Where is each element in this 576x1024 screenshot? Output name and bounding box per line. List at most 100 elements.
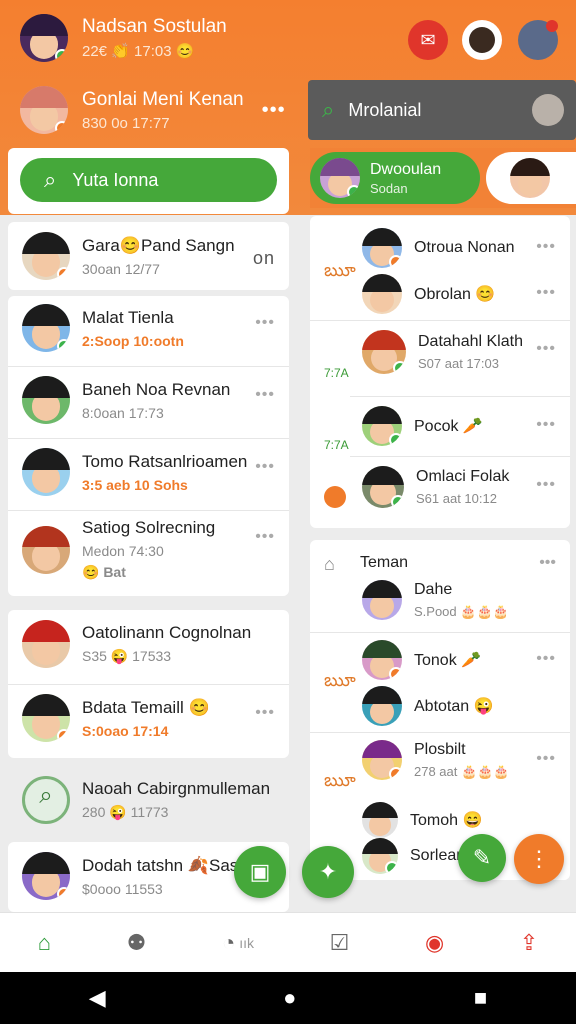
avatar <box>362 330 406 374</box>
avatar <box>362 406 402 446</box>
search-input[interactable]: Mrolanial <box>348 100 421 121</box>
list-item[interactable]: Gara😊Pand Sangn 30oan 12/77 on <box>8 232 289 280</box>
voice-icon[interactable] <box>532 94 564 126</box>
list-item[interactable]: Bdata Temaill 😊 S:0oao 17:14 ••• <box>8 694 289 742</box>
notification-avatar[interactable] <box>518 20 558 60</box>
more-icon[interactable]: ••• <box>536 750 556 768</box>
chat-name: Tomoh 😄 <box>410 812 483 829</box>
avatar[interactable] <box>20 86 68 134</box>
more-icon[interactable]: ••• <box>536 284 556 302</box>
more-icon[interactable]: ••• <box>255 314 275 332</box>
avatar <box>362 740 402 780</box>
chat-name: Otroua Nonan <box>414 239 515 256</box>
chat-status: 😊 Bat <box>82 564 126 580</box>
back-icon[interactable]: ◀ <box>89 985 106 1011</box>
timer-icon[interactable]: ◔ ıık <box>222 930 254 956</box>
search-icon: ⌕ <box>44 167 57 192</box>
more-icon[interactable]: ••• <box>536 340 556 358</box>
search-icon: ⌕ <box>322 97 335 122</box>
group-icon: ⌂ <box>324 554 335 574</box>
chat-name: Naoah Cabirgnmulleman <box>82 779 271 798</box>
avatar <box>362 228 402 268</box>
search-contacts-row[interactable]: ⌕ Naoah Cabirgnmulleman 280 😜 11773 <box>8 766 289 834</box>
list-item[interactable]: Otroua Nonan ••• <box>362 228 570 268</box>
list-item[interactable]: Pocok 🥕 ••• <box>362 406 570 446</box>
timer-label: ıık <box>239 934 255 951</box>
friends-section: ⌂ Teman ••• Dahe S.Pood 🎂🎂🎂 ౠ Tonok 🥕 •••… <box>310 540 570 880</box>
more-options-button[interactable]: ⋮ <box>514 834 564 884</box>
list-item[interactable]: ⌕ Naoah Cabirgnmulleman 280 😜 11773 <box>8 776 289 824</box>
online-badge <box>55 49 68 62</box>
chat-name: Datahahl Klath <box>418 333 523 350</box>
more-icon[interactable]: ••• <box>539 554 556 572</box>
list-item[interactable]: Oatolinann Cognolnan S35 😜 17533 <box>8 620 289 668</box>
more-icon[interactable]: ••• <box>536 416 556 434</box>
profile-avatar[interactable] <box>462 20 502 60</box>
avatar <box>362 580 402 620</box>
chat-name: Oatolinann Cognolnan <box>82 623 252 642</box>
avatar <box>362 686 402 726</box>
chat-tail: on <box>252 248 275 268</box>
avatar <box>22 694 70 742</box>
new-chat-button[interactable]: ▣ <box>234 846 286 898</box>
chat-name: Baneh Noa Revnan <box>82 379 231 399</box>
list-item[interactable]: Omlaci Folak S61 aat 10:12 ••• <box>362 466 570 508</box>
current-user-row[interactable]: Nadsan Sostulan 22€ 👏 17:03 😊 <box>20 14 227 62</box>
list-item[interactable]: Abtotan 😜 <box>362 686 570 726</box>
list-item[interactable]: Tomoh 😄 <box>362 802 570 838</box>
list-item[interactable]: Obrolan 😊 ••• <box>362 274 570 314</box>
chat-time: $0ooo 11553 <box>82 880 163 897</box>
list-item[interactable]: Baneh Noa Revnan 8:0oan 17:73 ••• <box>8 376 289 424</box>
secondary-user-row[interactable]: Gonlai Meni Kenan 830 0o 17:77 ••• <box>20 86 286 134</box>
chat-list-group: Malat Tienla 2:Soop 10:ootn ••• Baneh Noa… <box>8 296 289 596</box>
home-button-icon[interactable]: ● <box>283 985 296 1011</box>
chat-name: Dodah tatshn 🍂Sas <box>82 855 239 875</box>
chat-time: S:0oao 17:14 <box>82 722 169 739</box>
chat-card[interactable]: Gara😊Pand Sangn 30oan 12/77 on <box>8 222 289 290</box>
chat-name: Malat Tienla <box>82 307 174 327</box>
avatar <box>510 158 550 198</box>
more-icon[interactable]: ••• <box>255 704 275 722</box>
more-icon[interactable]: ••• <box>255 528 275 546</box>
home-icon[interactable]: ⌂ <box>38 930 51 956</box>
active-chat-pill[interactable]: Dwooulan Sodan <box>310 152 480 204</box>
edit-button[interactable]: ✎ <box>458 834 506 882</box>
more-icon[interactable]: ••• <box>536 476 556 494</box>
avatar <box>22 376 70 424</box>
list-item[interactable]: Satiog Solrecning Medon 74:30 😊 Bat ••• <box>8 518 289 581</box>
right-search-bar[interactable]: ⌕ Mrolanial <box>308 80 576 140</box>
chat-time: S07 aat 17:03 <box>418 356 499 371</box>
list-item[interactable]: Tomo Ratsanlrioamen 3:5 aeb 10 Sohs ••• <box>8 448 289 496</box>
avatar <box>22 852 70 900</box>
avatar <box>22 232 70 280</box>
more-icon[interactable]: ••• <box>262 99 286 122</box>
chat-time: 3:5 aeb 10 Sohs <box>82 476 188 493</box>
more-icon[interactable]: ••• <box>255 458 275 476</box>
list-item[interactable]: Plosbilt 278 aat 🎂🎂🎂 ••• <box>362 740 570 780</box>
list-item[interactable]: Dahe S.Pood 🎂🎂🎂 <box>362 580 570 620</box>
avatar <box>362 802 398 838</box>
share-icon[interactable]: ⇪ <box>520 930 538 956</box>
more-icon[interactable]: ••• <box>536 238 556 256</box>
list-item[interactable]: Tonok 🥕 ••• <box>362 640 570 680</box>
robot-icon[interactable]: ⚉ <box>127 930 147 956</box>
next-chat-pill[interactable] <box>486 152 576 204</box>
more-icon[interactable]: ••• <box>536 650 556 668</box>
more-icon[interactable]: ••• <box>255 386 275 404</box>
chat-time: 30oan 12/77 <box>82 260 160 277</box>
mail-icon[interactable]: ✉ <box>408 20 448 60</box>
avatar[interactable] <box>20 14 68 62</box>
location-icon[interactable]: ◉ <box>425 930 444 956</box>
avatar <box>22 448 70 496</box>
search-button[interactable]: ⌕ Yuta Ionna <box>20 158 277 202</box>
sticker-button[interactable]: ✦ <box>302 846 354 898</box>
list-item[interactable]: Malat Tienla 2:Soop 10:ootn ••• <box>8 304 289 352</box>
chat-name: Obrolan 😊 <box>414 286 496 303</box>
list-item[interactable]: Datahahl Klath S07 aat 17:03 ••• <box>362 330 570 374</box>
chat-time: S.Pood 🎂🎂🎂 <box>414 603 509 619</box>
group-icon: 7:7A <box>324 366 349 380</box>
recent-apps-icon[interactable]: ■ <box>474 985 487 1011</box>
tasks-icon[interactable]: ☑ <box>330 930 350 956</box>
left-search-card: ⌕ Yuta Ionna <box>8 148 289 214</box>
chat-time: Medon 74:30 <box>82 543 164 559</box>
